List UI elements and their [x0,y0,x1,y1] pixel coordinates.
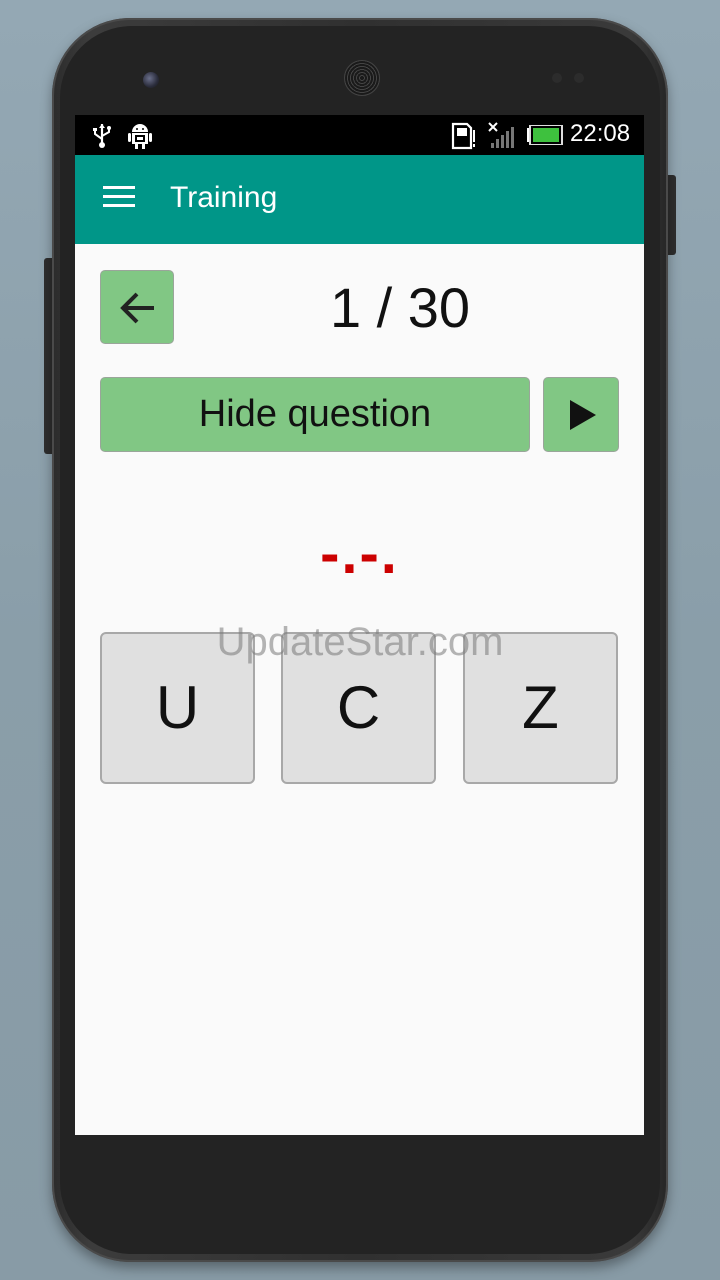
hide-question-button[interactable]: Hide question [100,377,530,452]
play-button[interactable] [543,377,619,452]
proximity-sensor [552,73,562,83]
usb-icon [93,124,111,148]
question-counter: 1 / 30 [329,276,471,339]
back-button[interactable] [100,270,174,344]
battery-full-icon [527,125,563,145]
play-icon [570,400,596,430]
status-bar: 22:08 [75,115,644,155]
hamburger-menu-icon[interactable] [103,186,135,212]
light-sensor [574,73,584,83]
no-signal-icon [488,122,514,148]
status-clock: 22:08 [570,120,631,147]
sd-card-icon [451,122,475,150]
arrow-left-icon [120,292,154,324]
page-title: Training [170,181,278,214]
android-debug-icon [128,124,152,149]
answer-button-1[interactable]: U [100,632,255,784]
morse-code-question: -.-. [320,521,399,586]
answer-button-3[interactable]: Z [463,632,618,784]
earpiece-speaker-icon [344,60,380,96]
front-camera-icon [143,72,159,88]
screen: 22:08 Training 1 / 30 Hide question -.-.… [75,115,644,1135]
answer-button-2[interactable]: C [281,632,436,784]
app-toolbar: Training [75,155,644,244]
